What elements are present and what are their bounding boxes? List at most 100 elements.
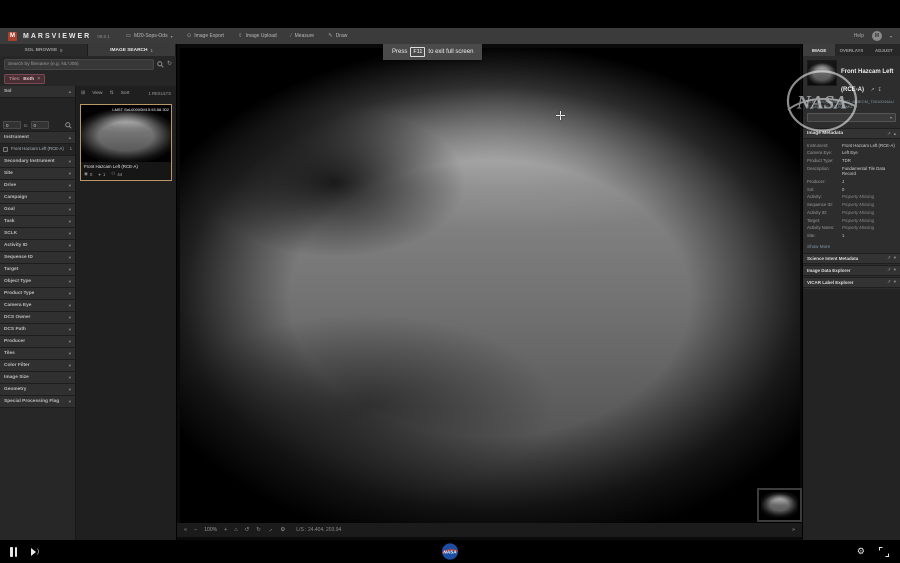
filter-section-sclk[interactable]: SCLK▾ — [0, 228, 75, 240]
refresh-icon[interactable]: ↻ — [167, 61, 172, 67]
home-button[interactable]: ⌂ — [234, 527, 237, 533]
pause-button[interactable] — [10, 547, 17, 557]
user-avatar[interactable]: M — [872, 31, 882, 41]
filter-section-site[interactable]: Site▾ — [0, 168, 75, 180]
filter-section-drive[interactable]: Drive▾ — [0, 180, 75, 192]
explorer-vicar-label-explorer[interactable]: VICAR Label Explorer↗▾ — [803, 277, 900, 288]
menu-m20-sops-ods[interactable]: ▭M20-Sops-Ods▾ — [126, 33, 173, 39]
menu-draw[interactable]: ✎Draw — [328, 33, 347, 39]
image-viewer: Press F11 to exit full screen « − 100% +… — [177, 44, 802, 540]
chevron-down-icon[interactable]: ▾ — [894, 279, 896, 285]
filter-section-goal[interactable]: Goal▾ — [0, 204, 75, 216]
filter-section-activity-id[interactable]: Activity ID▾ — [0, 240, 75, 252]
next-image-button[interactable]: » — [792, 527, 795, 533]
popout-icon[interactable]: ↗ — [887, 255, 891, 261]
result-thumbnail[interactable]: LMST Sol-00000M15:53:58.302 — [81, 105, 171, 162]
filter-section-dcs-path[interactable]: DCS Path▾ — [0, 324, 75, 336]
tab-overlays[interactable]: OVERLAYS — [835, 44, 867, 56]
sidebar-body: Sol ▴ 0 to 0 Instrument ▴ — [0, 86, 176, 540]
prev-image-button[interactable]: « — [184, 527, 187, 533]
filter-section-target[interactable]: Target▾ — [0, 264, 75, 276]
mars-hazcam-image[interactable] — [180, 48, 800, 530]
eye-icon: ◉ — [84, 171, 88, 177]
sort-button[interactable]: Sort — [121, 91, 130, 96]
image-metadata-header[interactable]: Image Metadata ↗ ▴ — [803, 128, 900, 139]
navigator-inset[interactable] — [757, 488, 802, 522]
popout-icon[interactable]: ↗ — [887, 267, 891, 273]
filter-section-image-size[interactable]: Image Size▾ — [0, 372, 75, 384]
filter-section-tiles[interactable]: Tiles▾ — [0, 348, 75, 360]
chevron-down-icon[interactable]: ▾ — [894, 267, 896, 273]
filter-section-geometry[interactable]: Geometry▾ — [0, 384, 75, 396]
help-link[interactable]: Help — [854, 33, 864, 39]
svg-text:NASA: NASA — [443, 550, 457, 555]
filters-column: Sol ▴ 0 to 0 Instrument ▴ — [0, 86, 76, 540]
chevron-down-icon: ▾ — [171, 34, 173, 39]
filter-section-special-processing-flag[interactable]: Special Processing Flag▾ — [0, 396, 75, 408]
explorer-image-data-explorer[interactable]: Image Data Explorer↗▾ — [803, 265, 900, 276]
filter-section-object-type[interactable]: Object Type▾ — [0, 276, 75, 288]
filter-chip-tiles[interactable]: Tiles: Both × — [4, 74, 45, 84]
users-count: 44 — [117, 172, 122, 177]
speaker-icon — [31, 548, 36, 556]
product-select[interactable]: ▾ — [807, 113, 896, 122]
filter-section-camera-eye[interactable]: Camera Eye▾ — [0, 300, 75, 312]
grid-view-icon[interactable]: ⊞ — [81, 90, 85, 96]
menu-image-export[interactable]: ⊙Image Export — [187, 33, 224, 39]
menu-measure[interactable]: ∕Measure — [291, 33, 314, 39]
chevron-up-icon[interactable]: ▴ — [894, 131, 896, 137]
rotate-right-button[interactable]: ↻ — [256, 527, 261, 533]
sort-icon[interactable]: ⇅ — [110, 90, 114, 96]
tab-adjust[interactable]: ADJUST — [868, 44, 900, 56]
explorer-list: Science Intent Metadata↗▾Image Data Expl… — [803, 253, 900, 289]
sidebar-tabs: SOL BROWSE 0 IMAGE SEARCH 1 — [0, 44, 176, 56]
download-icon[interactable]: ↧ — [878, 87, 882, 93]
f11-key: F11 — [410, 47, 425, 57]
expand-button[interactable]: ↔ — [267, 526, 275, 534]
show-more-link[interactable]: Show More — [803, 242, 900, 253]
zoom-in-button[interactable]: + — [224, 527, 227, 533]
instrument-checkbox[interactable] — [3, 147, 8, 152]
chevron-up-icon: ▴ — [69, 89, 71, 95]
filter-section-secondary-instrument[interactable]: Secondary Instrument▾ — [0, 156, 75, 168]
zoom-out-button[interactable]: − — [194, 527, 197, 533]
explorer-science-intent-metadata[interactable]: Science Intent Metadata↗▾ — [803, 253, 900, 264]
sol-to-input[interactable]: 0 — [31, 121, 49, 129]
chevron-down-icon[interactable]: ▾ — [894, 255, 896, 261]
search-icon[interactable] — [157, 61, 164, 68]
sol-search-icon[interactable] — [65, 122, 72, 129]
close-icon[interactable]: × — [37, 76, 40, 82]
popout-icon[interactable]: ↗ — [887, 279, 891, 285]
filter-section-campaign[interactable]: Campaign▾ — [0, 192, 75, 204]
tab-sol-browse[interactable]: SOL BROWSE 0 — [0, 44, 88, 56]
filter-section-color-filter[interactable]: Color Filter▾ — [0, 360, 75, 372]
tab-image-search[interactable]: IMAGE SEARCH 1 — [88, 44, 176, 56]
filter-section-instrument[interactable]: Instrument ▴ — [0, 132, 75, 144]
filter-section-product-type[interactable]: Product Type▾ — [0, 288, 75, 300]
filter-section-sequence-id[interactable]: Sequence ID▾ — [0, 252, 75, 264]
filter-section-sol[interactable]: Sol ▴ — [0, 86, 75, 98]
result-card[interactable]: LMST Sol-00000M15:53:58.302 Front Hazcam… — [80, 104, 172, 181]
draw-icon: ✎ — [328, 33, 333, 39]
instrument-option-label[interactable]: Front Hazcam Left (RCE-A) — [11, 146, 67, 152]
filter-section-task[interactable]: Task▾ — [0, 216, 75, 228]
menu-image-upload[interactable]: ⇧Image Upload — [238, 33, 277, 39]
fullscreen-icon[interactable] — [879, 547, 888, 556]
view-button[interactable]: View — [92, 91, 102, 96]
popout-icon[interactable]: ↗ — [887, 131, 891, 137]
volume-button[interactable]: ) — [31, 548, 39, 556]
player-settings-icon[interactable]: ⚙ — [857, 547, 865, 556]
collapsed-filter-list: Secondary Instrument▾Site▾Drive▾Campaign… — [0, 156, 75, 408]
rotate-left-button[interactable]: ↺ — [245, 527, 250, 533]
filter-section-dcs-owner[interactable]: DCS Owner▾ — [0, 312, 75, 324]
filter-section-producer[interactable]: Producer▾ — [0, 336, 75, 348]
topbar-menu: ▭M20-Sops-Ods▾ ⊙Image Export ⇧Image Upload… — [126, 33, 348, 39]
open-external-icon[interactable]: ↗ — [870, 87, 874, 93]
tab-image[interactable]: IMAGE — [803, 44, 835, 56]
chevron-down-icon[interactable]: ▾ — [890, 34, 892, 39]
search-input[interactable]: Search by filename (e.g. NL*J05) — [4, 59, 154, 70]
detail-thumbnail[interactable] — [807, 60, 837, 86]
viewer-settings-icon[interactable]: ⚙ — [280, 527, 285, 533]
zoom-level[interactable]: 100% — [204, 527, 217, 533]
sol-from-input[interactable]: 0 — [3, 121, 21, 129]
